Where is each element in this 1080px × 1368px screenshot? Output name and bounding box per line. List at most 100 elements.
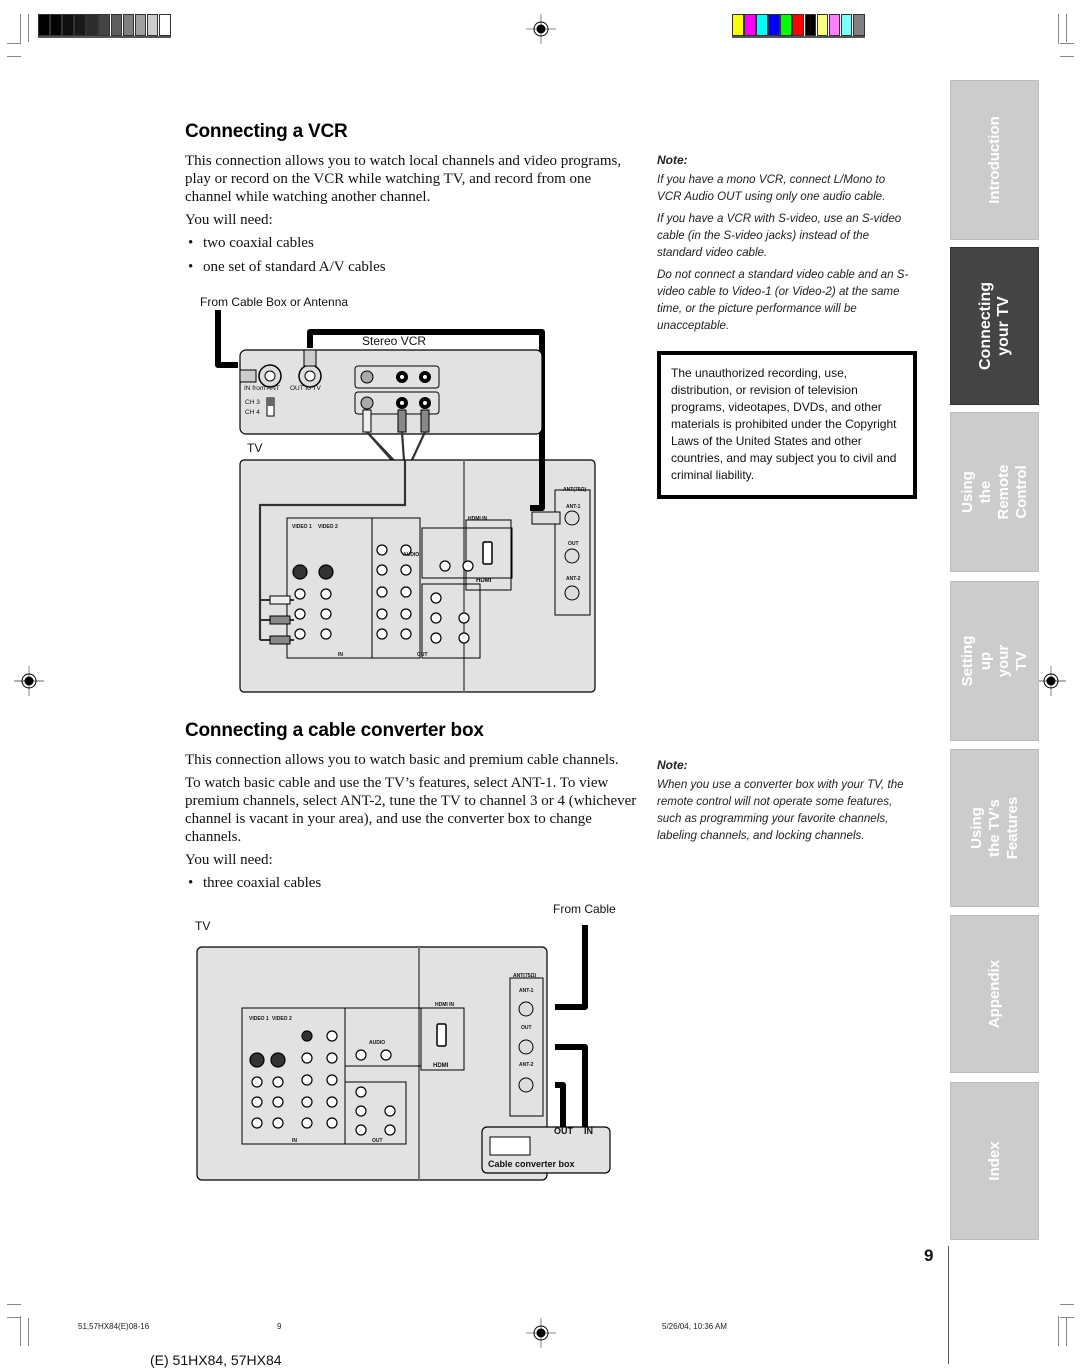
calibration-swatch [38,14,50,36]
crop-mark [28,14,29,42]
page-number: 9 [924,1246,934,1265]
tab-introduction[interactable]: Introduction [950,80,1039,240]
ch4-label: CH 4 [245,409,260,416]
ant2-label: ANT-2 [566,576,581,582]
out-label: OUT [372,1138,383,1144]
hdmi-in-label: HDMI IN [435,1002,455,1008]
vcr-note: Note: If you have a mono VCR, connect L/… [657,152,912,339]
vcr-needs-list: two coaxial cables one set of standard A… [185,234,635,276]
tab-label: Using the Remote Control [958,464,1030,520]
ant2-jack [564,585,580,601]
in-label: IN [338,652,343,658]
calibration-swatch [840,14,853,36]
calibration-swatch [756,14,768,36]
calibration-swatch [158,14,171,36]
ant2-label: ANT-2 [519,1062,534,1068]
vcr-intro: This connection allows you to watch loca… [185,153,622,205]
copyright-warning-text: The unauthorized recording, use, distrib… [671,366,897,482]
calibration-swatch [50,14,62,36]
tab-label: Connecting your TV [976,282,1012,370]
copyright-warning-box: The unauthorized recording, use, distrib… [657,351,917,499]
calibration-swatch [146,14,159,36]
converter-intro-1: This connection allows you to watch basi… [185,752,619,768]
footer-date: 5/26/04, 10:36 AM [662,1322,727,1331]
footer-page: 9 [277,1322,282,1331]
crop-mark [1058,14,1059,44]
registration-mark-icon [1036,666,1066,696]
registration-mark-icon [526,14,556,44]
footer-model: (E) 51HX84, 57HX84 [150,1352,282,1368]
crop-mark [1060,1304,1074,1305]
vcr-need-label: You will need: [185,212,273,228]
antenna-cable [215,310,238,368]
in-label: IN [292,1138,297,1144]
hdmi-logo: HDMI [433,1063,449,1069]
ant2-jack [518,1077,534,1093]
note-paragraph: When you use a converter box with your T… [657,778,904,842]
crop-mark [7,56,21,57]
box-in-label: IN [584,1126,593,1136]
calibration-swatch [122,14,135,36]
tab-using-remote-control[interactable]: Using the Remote Control [950,412,1039,572]
crop-mark [1060,1317,1074,1318]
calibration-swatch [828,14,841,36]
audio-label: AUDIO [369,1040,386,1046]
registration-mark-icon [14,666,44,696]
tab-using-tv-features[interactable]: Using the TV’s Features [950,749,1039,907]
ant-out-label: OUT [568,541,579,547]
tab-label: Using the TV’s Features [967,796,1021,860]
hdmi-port-icon [482,541,493,565]
ant-out-label: OUT [521,1025,532,1031]
tv-label: TV [247,441,263,455]
crop-mark [20,1316,21,1346]
tab-label: Appendix [985,959,1003,1029]
grayscale-calibration-bar [38,14,172,38]
out-label: OUT [417,652,428,658]
tab-appendix[interactable]: Appendix [950,915,1039,1073]
crop-mark [1058,1316,1059,1346]
calibration-swatch [732,14,744,36]
hdmi-port-icon [436,1023,447,1047]
calibration-swatch [852,14,865,36]
box-out-label: OUT [554,1126,573,1136]
note-paragraph: If you have a VCR with S-video, use an S… [657,212,902,259]
hdmi-in-label: HDMI IN [468,516,488,522]
video1-label: VIDEO 1 [292,524,312,530]
video2-label: VIDEO 2 [318,524,338,530]
box-out-to-ant2-cable [555,1082,566,1127]
calibration-swatch [134,14,147,36]
calibration-swatch [744,14,756,36]
converter-needs-list: three coaxial cables [185,874,640,892]
converter-intro-2: To watch basic cable and use the TV’s fe… [185,775,637,845]
calibration-swatch [62,14,74,36]
tab-connecting-your-tv[interactable]: Connecting your TV [950,247,1039,405]
audio-label: AUDIO [403,552,420,558]
in-from-ant-label: IN from ANT [244,385,280,392]
tab-label: Introduction [985,116,1003,204]
ant-group-label: ANT(75Ω) [513,973,537,979]
source-label: From Cable Box or Antenna [200,295,349,309]
registration-mark-icon [526,1318,556,1348]
tab-setting-up-your-tv[interactable]: Setting up your TV [950,581,1039,741]
video2-label: VIDEO 2 [272,1016,292,1022]
calibration-swatch [792,14,805,36]
margin-rule [948,1246,949,1364]
calibration-swatch [86,14,98,36]
crop-mark [28,1318,29,1346]
crop-mark [7,1317,21,1318]
vcr-body: This connection allows you to watch loca… [185,152,635,282]
ant1-jack [564,510,580,526]
crop-mark [7,1304,21,1305]
footer-file: 51,57HX84(E)08-16 [78,1322,150,1331]
tab-label: Index [985,1141,1003,1181]
crop-mark [7,43,21,44]
tab-index[interactable]: Index [950,1082,1039,1240]
section-title-vcr: Connecting a VCR [185,121,348,142]
calibration-swatch [110,14,123,36]
list-item: one set of standard A/V cables [185,258,635,276]
note-title: Note: [657,758,688,772]
calibration-swatch [768,14,780,36]
ant1-label: ANT-1 [519,988,534,994]
hdmi-logo: HDMI [476,578,492,584]
crop-mark [1066,1318,1067,1346]
